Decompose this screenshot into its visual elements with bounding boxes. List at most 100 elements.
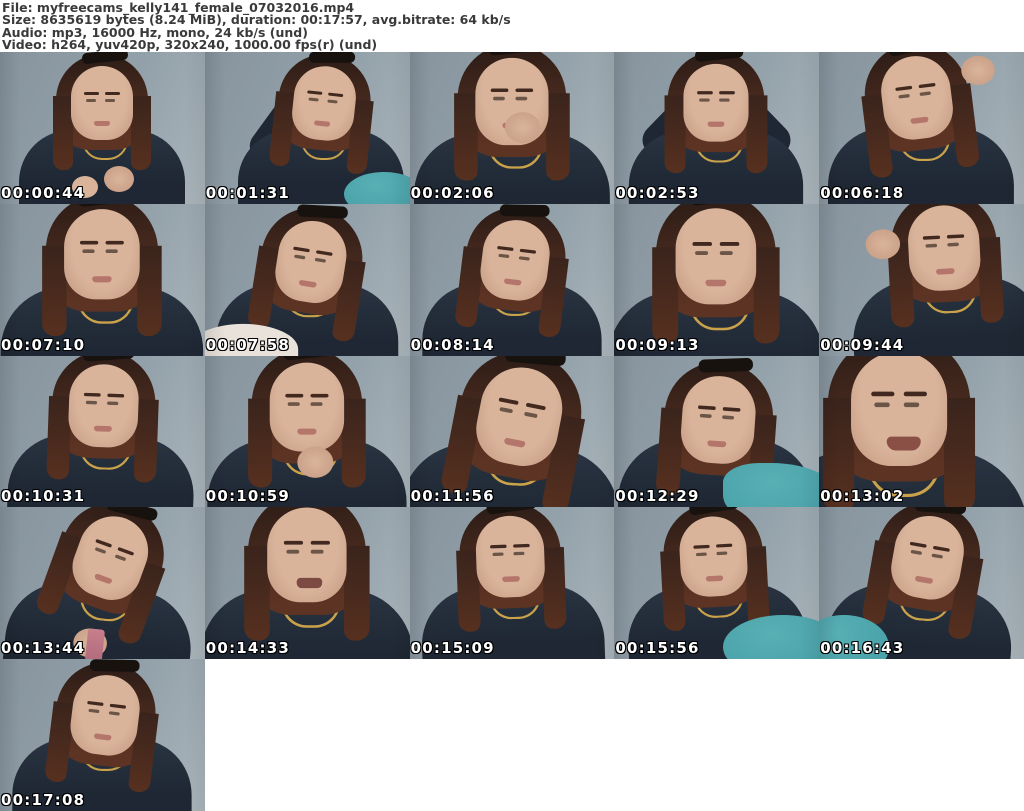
eyebrows-shape [698, 404, 717, 410]
webcam-figure [0, 52, 205, 204]
eyebrows-shape [87, 701, 104, 707]
video-thumbnail: 00:02:06 [409, 52, 615, 204]
eyebrows-shape [697, 91, 714, 95]
timestamp-overlay: 00:13:02 [820, 487, 905, 506]
eyes-shape [94, 547, 107, 555]
eyes-shape [492, 96, 505, 101]
webcam-figure [819, 52, 1024, 204]
hand-shape [104, 166, 134, 192]
eyes-shape [497, 253, 510, 258]
mouth-shape [705, 279, 727, 286]
video-thumbnail: 00:09:13 [614, 203, 820, 356]
head-group [859, 52, 975, 161]
video-thumbnail: 00:07:58 [204, 203, 410, 356]
webcam-figure [824, 203, 1024, 356]
mouth-shape [94, 121, 110, 126]
hand-shape [504, 112, 540, 143]
video-thumbnail: 00:01:31 [204, 52, 410, 204]
timestamp-overlay: 00:10:31 [1, 487, 86, 506]
timestamp-overlay: 00:09:13 [615, 335, 700, 354]
face-shape [71, 66, 133, 140]
mouth-shape [93, 733, 112, 741]
head-group [49, 659, 162, 776]
webcam-figure [204, 203, 410, 356]
eyebrows-shape [871, 391, 895, 396]
head-group [453, 52, 570, 181]
eyes-shape [874, 402, 890, 407]
timestamp-overlay: 00:07:58 [205, 335, 291, 354]
face-shape [474, 515, 546, 599]
webcam-figure [409, 355, 615, 508]
webcam-figure [614, 52, 819, 204]
eyes-shape [695, 250, 709, 255]
eyebrows-shape [84, 92, 99, 95]
head-group [652, 203, 780, 344]
eyebrows-shape [692, 241, 713, 246]
face-shape [851, 355, 948, 466]
head-group [53, 52, 151, 170]
webcam-figure [0, 203, 205, 356]
timestamp-overlay: 00:09:44 [820, 335, 905, 354]
eyes-shape [82, 249, 95, 253]
eyebrows-shape [285, 393, 304, 398]
face-shape [67, 362, 140, 448]
mouth-shape [503, 278, 522, 286]
timestamp-overlay: 00:00:44 [1, 183, 86, 202]
eyebrows-shape [909, 542, 927, 549]
eyes-shape [85, 400, 98, 405]
eyes-shape [293, 254, 306, 260]
timestamp-overlay: 00:15:56 [615, 639, 700, 658]
sunglasses-shape [89, 659, 140, 673]
eyes-shape [699, 98, 711, 102]
eyebrows-shape [922, 235, 941, 240]
head-group [823, 355, 976, 508]
timestamp-overlay: 00:12:29 [615, 487, 700, 506]
webcam-figure [410, 203, 615, 356]
thumbnail-grid: 00:00:44 00:01:31 00:02:06 00:02:53 00:0… [0, 52, 1024, 811]
eyes-shape [898, 93, 911, 99]
webcam-figure [204, 507, 410, 660]
eyebrows-shape [292, 246, 310, 253]
eyebrows-shape [306, 90, 323, 95]
hand-shape [297, 446, 334, 478]
eyebrows-shape [79, 240, 99, 245]
face-shape [683, 63, 749, 142]
file-info-header: File: myfreecams_kelly141_female_0703201… [0, 0, 1024, 52]
webcam-figure [0, 507, 205, 660]
face-shape [64, 208, 140, 300]
video-thumbnail: 00:07:10 [0, 203, 205, 356]
mouth-shape [93, 573, 113, 586]
eyes-shape [925, 243, 938, 248]
timestamp-overlay: 00:11:56 [410, 487, 495, 506]
webcam-figure [205, 355, 410, 508]
video-thumbnail: 00:13:02 [819, 355, 1024, 508]
eyebrows-shape [83, 392, 101, 397]
eyes-shape [88, 708, 100, 714]
video-thumbnail: 00:00:44 [0, 52, 205, 204]
mouth-shape [501, 576, 520, 583]
video-thumbnail: 00:17:08 [0, 659, 205, 811]
mouth-shape [503, 437, 526, 448]
video-thumbnail: 00:10:31 [0, 355, 205, 508]
mouth-shape [706, 575, 724, 583]
video-thumbnail: 00:14:33 [204, 507, 410, 660]
video-thumbnail: 00:15:09 [409, 507, 615, 660]
video-thumbnail: 00:13:44 [0, 507, 205, 660]
mouth-shape [313, 120, 331, 127]
sunglasses-shape [308, 52, 355, 63]
timestamp-overlay: 00:02:06 [410, 183, 495, 202]
webcam-figure [819, 355, 1024, 508]
mouth-shape [297, 428, 317, 435]
timestamp-overlay: 00:08:14 [410, 335, 495, 354]
sunglasses-shape [499, 204, 550, 217]
video-thumbnail: 00:11:56 [409, 355, 615, 508]
webcam-figure [614, 203, 820, 356]
webcam-figure [0, 355, 205, 508]
timestamp-overlay: 00:13:44 [1, 639, 86, 658]
video-thumbnail: 00:16:43 [819, 507, 1024, 660]
file-info-line-video: Video: h264, yuv420p, 320x240, 1000.00 f… [2, 37, 378, 52]
head-group [868, 507, 989, 622]
eyes-shape [286, 550, 300, 555]
eyes-shape [287, 401, 300, 406]
sunglasses-shape [698, 357, 754, 373]
